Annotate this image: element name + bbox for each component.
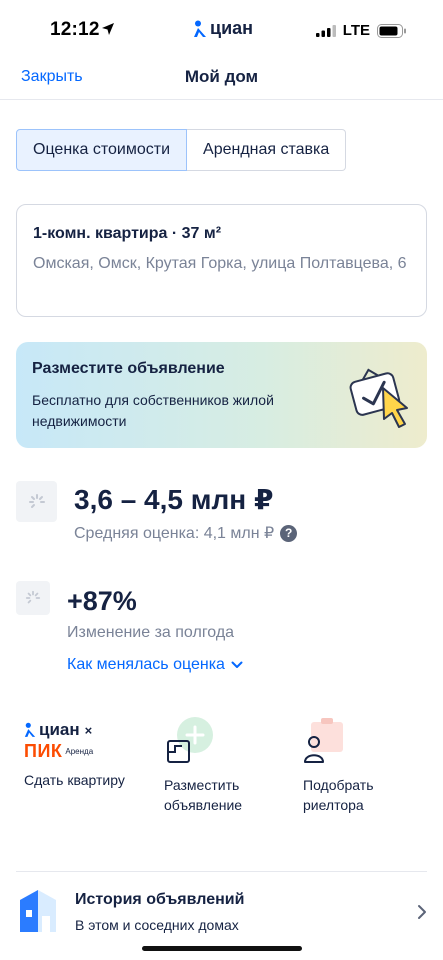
logo-times: ×	[84, 722, 93, 738]
estimate-average: Средняя оценка: 4,1 млн ₽	[74, 525, 275, 542]
pik-logo-text: ПИК	[24, 741, 63, 761]
status-indicators: LTE	[315, 22, 407, 39]
signal-icon	[315, 24, 336, 37]
quick-actions: циан × ПИК Аренда Сдать квартиру Размест…	[0, 716, 443, 826]
history-subtitle: В этом и соседних домах	[75, 917, 239, 933]
price-change-label: Изменение за полгода	[67, 624, 235, 641]
navigation-bar: Закрыть Мой дом	[0, 58, 443, 100]
home-indicator	[142, 946, 302, 951]
cian-mark-icon	[24, 722, 36, 737]
find-realtor-label: Подобрать риелтора	[303, 777, 374, 813]
rent-out-apartment-action[interactable]: циан × ПИК Аренда Сдать квартиру	[24, 716, 125, 790]
rent-out-apartment-label: Сдать квартиру	[24, 772, 125, 788]
estimate-history-link-label: Как менялась оценка	[67, 656, 225, 673]
property-card[interactable]: 1-комн. квартира · 37 м² Омская, Омск, К…	[16, 204, 427, 317]
estimate-average-row: Средняя оценка: 4,1 млн ₽ ?	[74, 523, 298, 543]
cian-logo-text: циан	[39, 720, 80, 739]
post-listing-action[interactable]: Разместить объявление	[164, 716, 274, 815]
estimate-range: 3,6 – 4,5 млн ₽	[74, 484, 274, 515]
property-title: 1-комн. квартира · 37 м²	[33, 225, 222, 242]
history-title: История объявлений	[75, 891, 245, 908]
network-type: LTE	[342, 22, 370, 39]
change-loading-icon	[16, 581, 50, 615]
add-listing-icon	[167, 717, 213, 763]
post-listing-banner[interactable]: Разместите объявление Бесплатно для собс…	[16, 342, 427, 448]
post-listing-label: Разместить объявление	[164, 777, 243, 813]
pik-arenda-text: Аренда	[65, 747, 94, 756]
cian-pik-logo: циан × ПИК Аренда	[24, 716, 125, 766]
page-title: Мой дом	[184, 67, 259, 86]
price-change-value: +87%	[67, 586, 137, 616]
tab-rental-rate[interactable]: Арендная ставка	[187, 129, 347, 171]
status-brand-text: циан	[210, 18, 254, 38]
status-brand-logo: циан	[193, 18, 253, 39]
estimate-history-link[interactable]: Как менялась оценка	[67, 656, 243, 674]
promo-description: Бесплатно для собственников жилой недвиж…	[32, 392, 274, 429]
listing-history-row[interactable]: История объявлений В этом и соседних дом…	[0, 880, 443, 944]
chevron-right-icon	[418, 905, 426, 919]
status-bar: 12:12 циан LTE	[0, 0, 443, 58]
segmented-tabs: Оценка стоимости Арендная ставка	[16, 129, 347, 171]
chevron-down-icon	[231, 661, 243, 668]
tab-price-estimate[interactable]: Оценка стоимости	[16, 129, 188, 171]
status-time: 12:12	[50, 19, 100, 40]
property-address: Омская, Омск, Крутая Горка, улица Полтав…	[33, 255, 407, 272]
building-icon	[20, 890, 56, 932]
help-icon[interactable]: ?	[280, 524, 298, 542]
pointer-sign-illustration-icon	[349, 368, 408, 428]
realtor-icon	[304, 718, 343, 763]
battery-icon	[377, 23, 406, 38]
location-arrow-icon	[101, 22, 115, 41]
find-realtor-action[interactable]: Подобрать риелтора	[303, 716, 413, 815]
estimate-loading-icon	[16, 481, 57, 522]
cian-mark-icon	[194, 20, 206, 37]
section-divider	[16, 871, 427, 872]
